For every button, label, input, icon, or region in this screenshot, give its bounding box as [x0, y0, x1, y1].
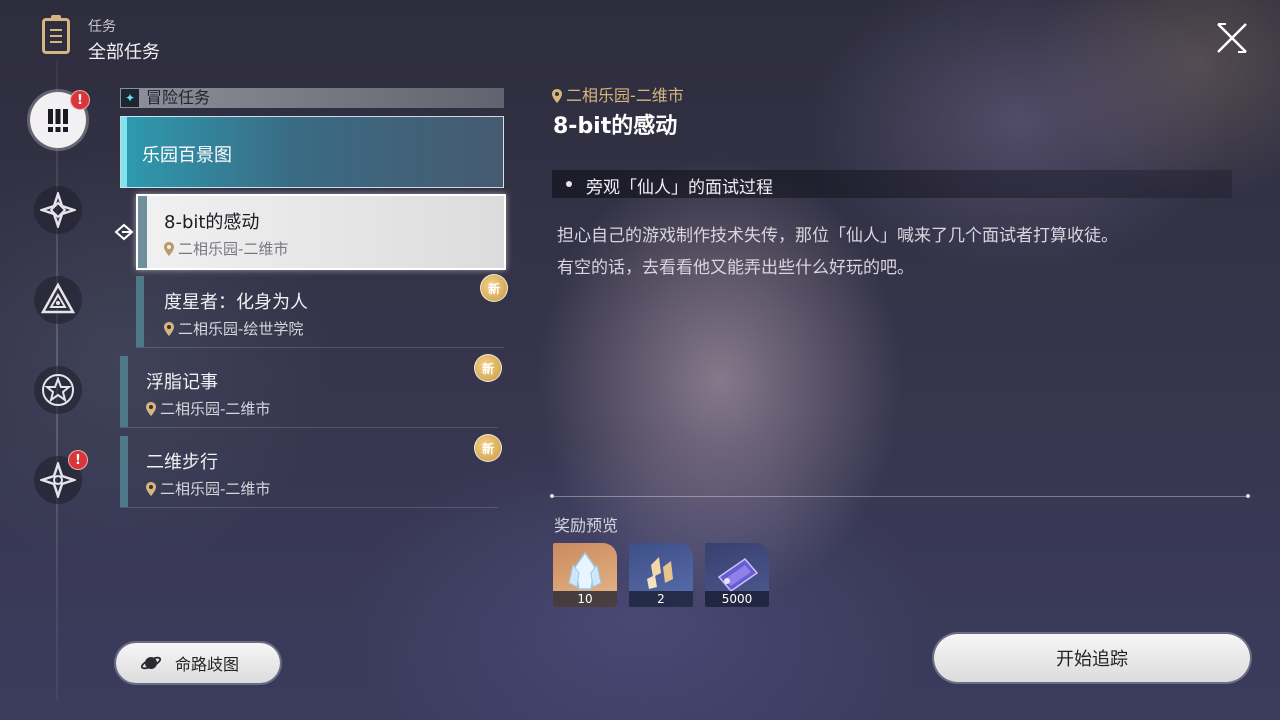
- notification-badge: !: [68, 450, 88, 470]
- quest-location: 二相乐园-二维市: [146, 398, 270, 419]
- reward-item[interactable]: 5000: [705, 543, 769, 607]
- fate-map-label: 命路歧图: [174, 655, 239, 674]
- reward-count: 2: [629, 591, 693, 607]
- quest-book-icon: [42, 15, 70, 54]
- sidebar-item-companion[interactable]: [34, 276, 82, 324]
- location-pin-icon: [552, 89, 562, 103]
- quest-group-title: 乐园百景图: [142, 145, 232, 166]
- notification-badge: !: [70, 90, 90, 110]
- rewards-label: 奖励预览: [554, 516, 619, 535]
- category-label: 冒险任务: [146, 88, 211, 107]
- new-badge: 新: [474, 434, 502, 462]
- new-badge: 新: [480, 274, 508, 302]
- quest-title: 度星者：化身为人: [164, 292, 308, 313]
- header-subtitle: 任务: [88, 19, 116, 35]
- quest-item[interactable]: 浮脂记事 二相乐园-二维市: [120, 356, 498, 428]
- quest-item[interactable]: 度星者：化身为人 二相乐园-绘世学院: [136, 276, 504, 348]
- start-tracking-button[interactable]: 开始追踪: [934, 634, 1250, 682]
- star-ring-icon: [42, 374, 74, 406]
- reward-item[interactable]: 10: [553, 543, 617, 607]
- detail-title: 8-bit的感动: [553, 114, 678, 139]
- sidebar-item-adventure[interactable]: [34, 366, 82, 414]
- location-pin-icon: [146, 402, 156, 416]
- divider: [550, 494, 1250, 498]
- exclamation-icon: [48, 109, 68, 132]
- quest-item-selected[interactable]: 8-bit的感动 二相乐园-二维市: [136, 194, 506, 270]
- close-icon: [1217, 23, 1247, 53]
- reward-count: 5000: [705, 591, 769, 607]
- objective-bullet-icon: [566, 181, 572, 187]
- fate-map-button[interactable]: 命路歧图: [116, 643, 280, 683]
- detail-location: 二相乐园-二维市: [552, 82, 684, 106]
- quest-title: 二维步行: [146, 452, 218, 473]
- quest-location: 二相乐园-二维市: [146, 478, 270, 499]
- quest-title: 8-bit的感动: [164, 212, 260, 233]
- compass-star-icon: [40, 192, 76, 228]
- sidebar-item-trailblaze[interactable]: [34, 186, 82, 234]
- location-pin-icon: [164, 242, 174, 256]
- location-pin-icon: [164, 322, 174, 336]
- quest-item[interactable]: 二维步行 二相乐园-二维市: [120, 436, 498, 508]
- adventure-category-icon: ✦: [121, 89, 139, 107]
- quest-location: 二相乐园-绘世学院: [164, 318, 303, 339]
- triangle-eye-icon: [40, 282, 76, 314]
- quest-description: 担心自己的游戏制作技术失传，那位「仙人」喊来了几个面试者打算收徒。 有空的话，去…: [557, 226, 1118, 278]
- location-pin-icon: [146, 482, 156, 496]
- reward-count: 10: [553, 591, 617, 607]
- close-button[interactable]: [1214, 20, 1250, 56]
- page-title: 全部任务: [88, 42, 160, 63]
- selection-pointer-icon: [114, 222, 134, 246]
- start-tracking-label: 开始追踪: [1056, 649, 1128, 670]
- quest-title: 浮脂记事: [146, 372, 218, 393]
- objective-text: 旁观「仙人」的面试过程: [586, 178, 773, 198]
- new-badge: 新: [474, 354, 502, 382]
- reward-item[interactable]: 2: [629, 543, 693, 607]
- planet-icon: [140, 656, 161, 670]
- quest-location: 二相乐园-二维市: [164, 238, 288, 259]
